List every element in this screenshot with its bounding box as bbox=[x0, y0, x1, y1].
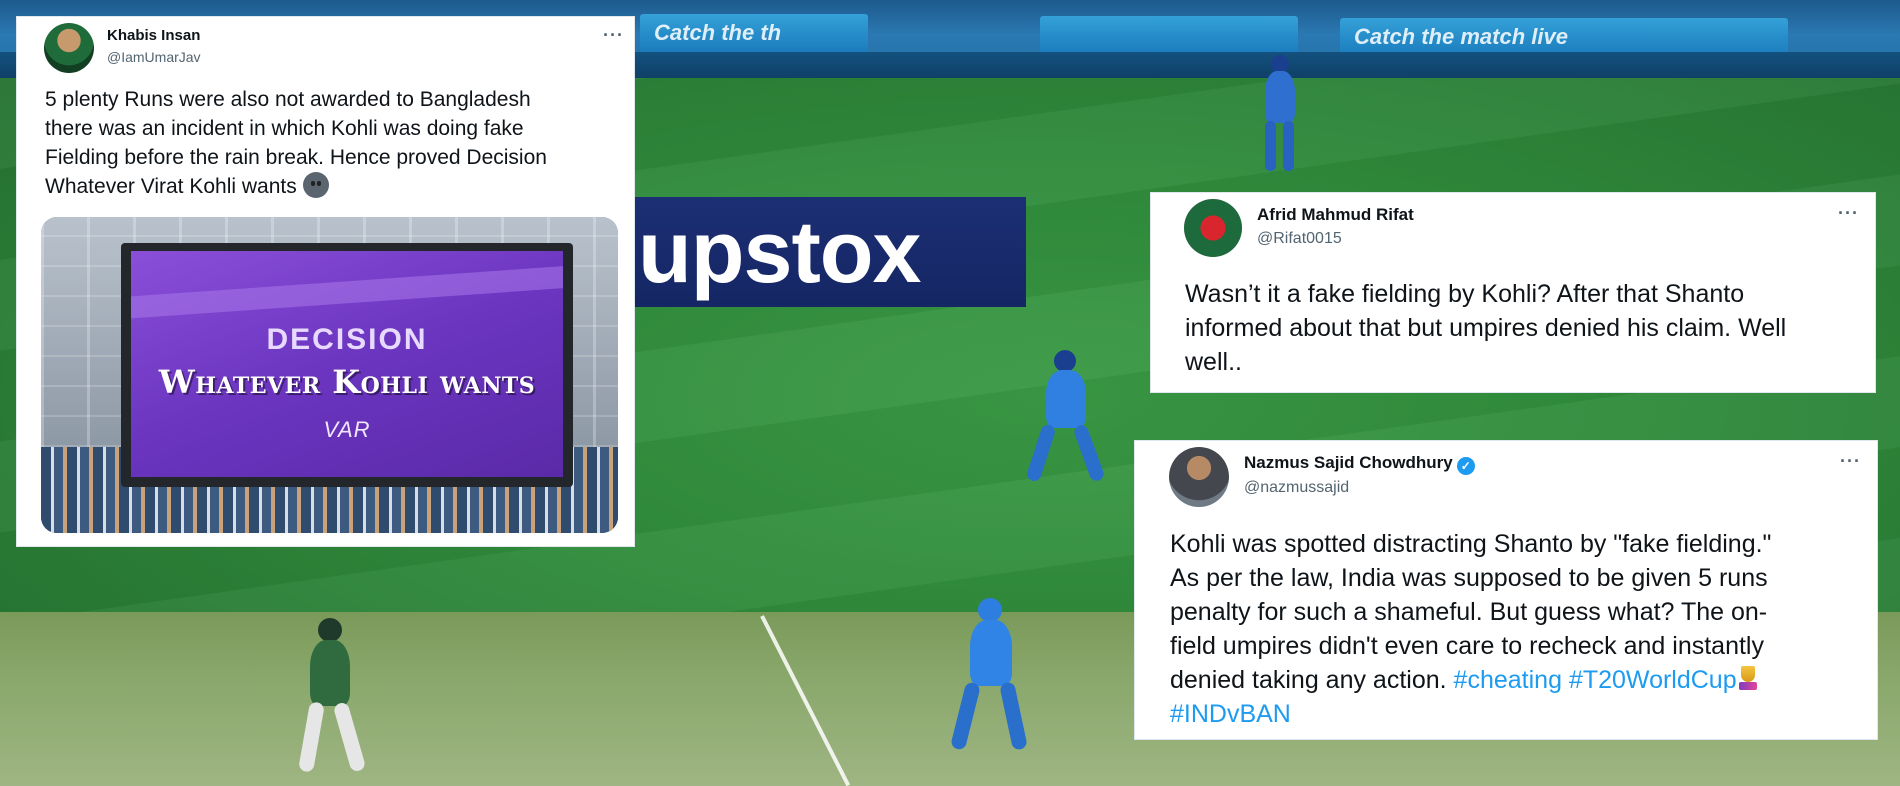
verified-badge-icon: ✓ bbox=[1456, 457, 1475, 475]
advertising-board: Catch the match live bbox=[1340, 18, 1788, 56]
screen-verdict-text: Whatever Kohli wants bbox=[158, 363, 536, 401]
trophy-icon bbox=[1737, 666, 1759, 692]
advertising-board: Catch the th bbox=[640, 14, 868, 52]
hashtag-link[interactable]: #cheating bbox=[1454, 666, 1562, 694]
author-handle[interactable]: @nazmussajid bbox=[1244, 479, 1349, 497]
avatar[interactable] bbox=[1184, 199, 1242, 257]
tweet-text-line: field umpires didn't even care to rechec… bbox=[1170, 632, 1764, 660]
tweet-text-line: penalty for such a shameful. But guess w… bbox=[1170, 598, 1768, 626]
tweet-text: Kohli was spotted distracting Shanto by … bbox=[1170, 527, 1875, 731]
author-handle[interactable]: @IamUmarJav bbox=[107, 49, 201, 65]
more-options-icon[interactable]: ··· bbox=[1838, 203, 1859, 224]
tweet-text: 5 plenty Runs were also not awarded to B… bbox=[45, 85, 625, 201]
tweet-text-line: denied taking any action. #cheating #T20… bbox=[1170, 663, 1875, 697]
tweet-text-line: #INDvBAN bbox=[1170, 697, 1875, 731]
tweet-text-line: Whatever Virat Kohli wants bbox=[45, 172, 625, 201]
tweet-card-khabis-insan[interactable]: Khabis Insan @IamUmarJav ··· 5 plenty Ru… bbox=[16, 16, 635, 547]
tweet-text-line: Fielding before the rain break. Hence pr… bbox=[45, 146, 547, 169]
big-screen: DECISION Whatever Kohli wants VAR bbox=[131, 251, 563, 477]
screen-decision-heading: DECISION bbox=[266, 323, 428, 356]
fielder-figure bbox=[1010, 350, 1120, 485]
tweet-text: Wasn’t it a fake fielding by Kohli? Afte… bbox=[1185, 277, 1865, 379]
tweet-card-nazmus-sajid-chowdhury[interactable]: Nazmus Sajid Chowdhury ✓ @nazmussajid ···… bbox=[1134, 440, 1878, 740]
tweet-text-line: As per the law, India was supposed to be… bbox=[1170, 564, 1768, 592]
fielder-figure bbox=[940, 598, 1040, 758]
batsman-figure bbox=[290, 618, 370, 778]
tweet-text-line: Kohli was spotted distracting Shanto by … bbox=[1170, 530, 1772, 558]
more-options-icon[interactable]: ··· bbox=[603, 25, 624, 46]
tweet-media-image[interactable]: DECISION Whatever Kohli wants VAR bbox=[41, 217, 618, 533]
tweet-text-line: there was an incident in which Kohli was… bbox=[45, 117, 524, 140]
author-name[interactable]: Nazmus Sajid Chowdhury ✓ bbox=[1244, 453, 1475, 475]
avatar[interactable] bbox=[1169, 447, 1229, 507]
tweet-text-line: well.. bbox=[1185, 348, 1242, 376]
hashtag-link[interactable]: #T20WorldCup bbox=[1569, 666, 1737, 694]
var-logo: VAR bbox=[323, 417, 371, 442]
author-handle[interactable]: @Rifat0015 bbox=[1257, 230, 1342, 248]
tweet-text-line: Wasn’t it a fake fielding by Kohli? Afte… bbox=[1185, 280, 1745, 308]
fielder-figure bbox=[1255, 55, 1305, 173]
hashtag-link[interactable]: #INDvBAN bbox=[1170, 700, 1291, 728]
tweet-text-line: informed about that but umpires denied h… bbox=[1185, 314, 1787, 342]
tweet-text-line: 5 plenty Runs were also not awarded to B… bbox=[45, 88, 531, 111]
author-name[interactable]: Khabis Insan bbox=[107, 27, 200, 44]
more-options-icon[interactable]: ··· bbox=[1840, 451, 1861, 472]
neutral-face-emoji-icon bbox=[302, 172, 329, 198]
sponsor-board: upstox bbox=[634, 197, 1026, 307]
avatar[interactable] bbox=[44, 23, 94, 73]
advertising-board-logo bbox=[1040, 16, 1298, 54]
screen-graphic bbox=[131, 264, 563, 320]
author-name[interactable]: Afrid Mahmud Rifat bbox=[1257, 205, 1414, 225]
tweet-card-afrid-mahmud-rifat[interactable]: Afrid Mahmud Rifat @Rifat0015 ··· Wasn’t… bbox=[1150, 192, 1876, 393]
